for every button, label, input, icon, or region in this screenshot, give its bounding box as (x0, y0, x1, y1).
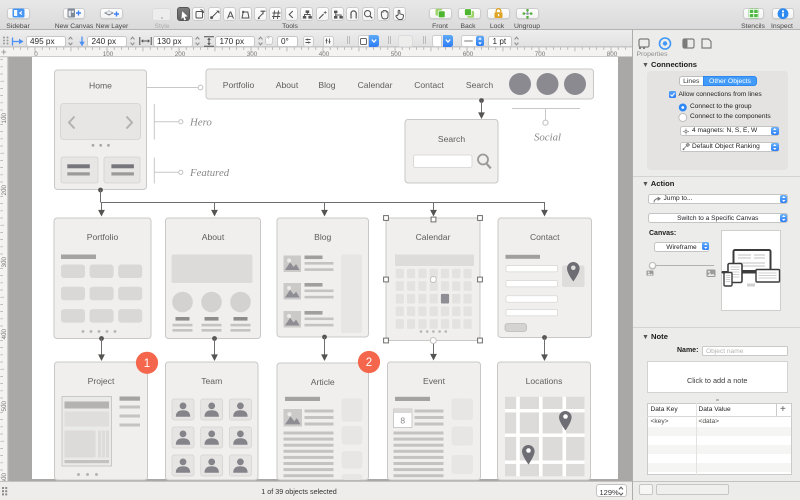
svg-text:Hero: Hero (189, 116, 212, 128)
svg-text:Blog: Blog (314, 232, 331, 242)
svg-text:About: About (276, 80, 299, 90)
svg-text:Contact: Contact (414, 80, 444, 90)
svg-text:Team: Team (201, 376, 222, 386)
svg-text:600: 600 (1, 472, 8, 481)
svg-text:Social: Social (534, 132, 561, 144)
svg-text:100: 100 (1, 112, 8, 123)
svg-text:Portfolio: Portfolio (87, 232, 119, 242)
svg-text:Featured: Featured (189, 167, 230, 179)
svg-text:400: 400 (1, 328, 8, 339)
svg-text:Article: Article (311, 377, 335, 387)
svg-text:Portfolio: Portfolio (223, 80, 255, 90)
svg-text:Calendar: Calendar (358, 80, 393, 90)
svg-text:Home: Home (89, 81, 112, 91)
svg-text:Calendar: Calendar (416, 232, 451, 242)
svg-text:300: 300 (1, 256, 8, 267)
svg-text:Project: Project (88, 376, 115, 386)
svg-text:Event: Event (423, 376, 446, 386)
svg-text:Contact: Contact (530, 232, 560, 242)
svg-text:Search: Search (438, 134, 465, 144)
svg-text:2: 2 (366, 357, 372, 369)
svg-text:Blog: Blog (318, 80, 335, 90)
svg-text:200: 200 (1, 184, 8, 195)
svg-text:1: 1 (144, 358, 150, 370)
svg-text:500: 500 (1, 400, 8, 411)
svg-text:A: A (227, 10, 234, 22)
svg-text:Search: Search (466, 80, 493, 90)
svg-text:About: About (202, 232, 225, 242)
svg-text:8: 8 (400, 416, 405, 426)
svg-text:Locations: Locations (526, 376, 563, 386)
